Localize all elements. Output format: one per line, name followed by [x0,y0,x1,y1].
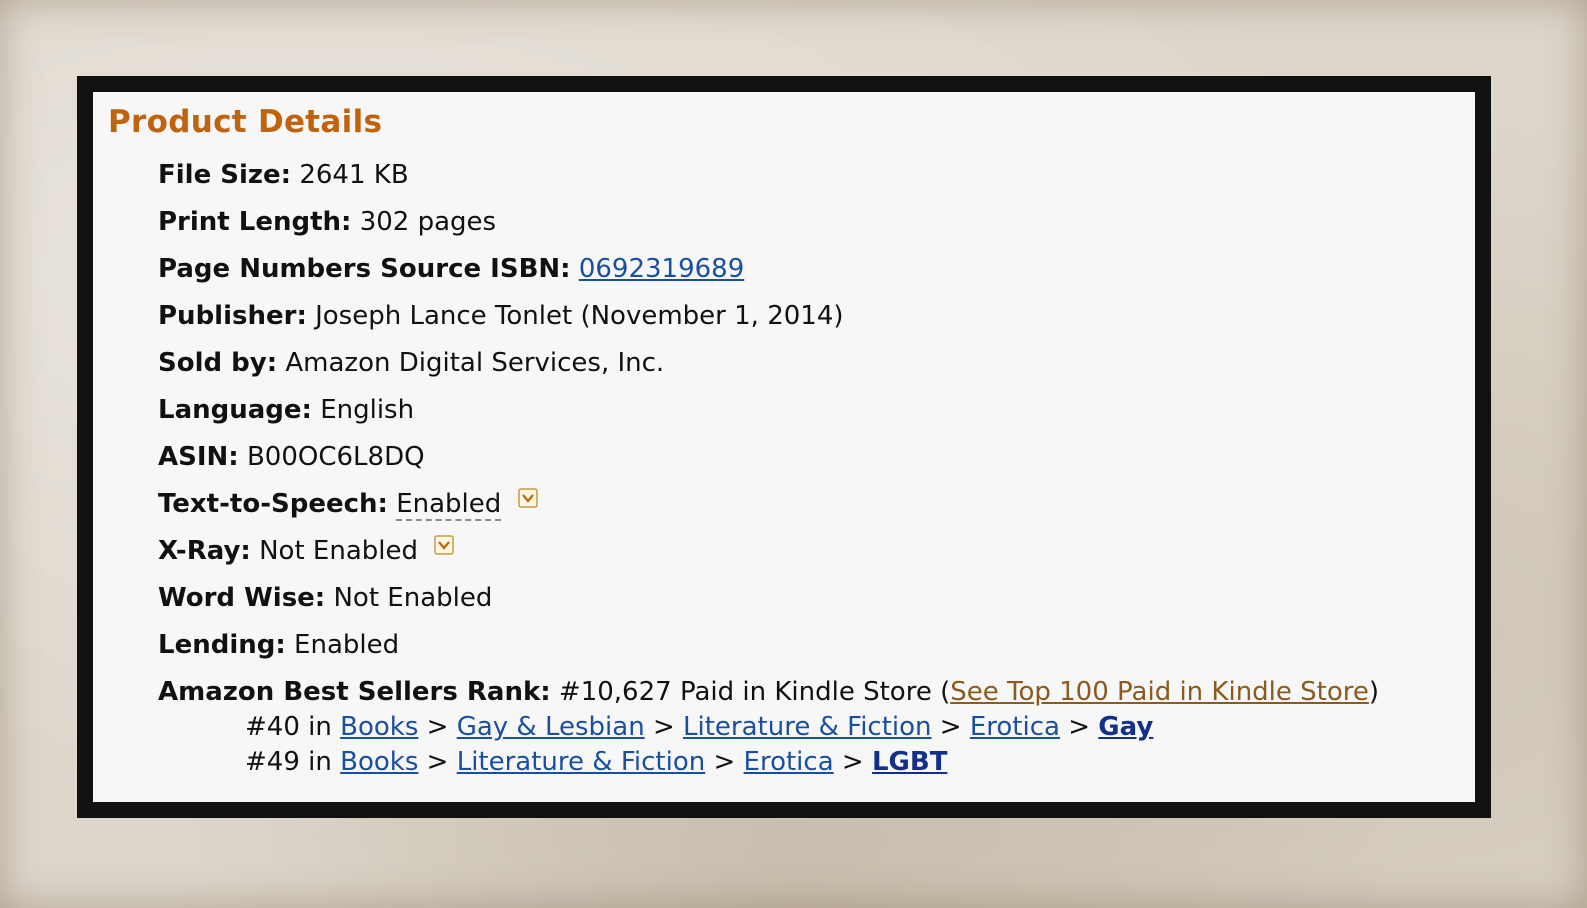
x-ray-value: Not Enabled [259,536,418,566]
rank-category-line: #49 in Books > Literature & Fiction > Er… [158,745,1455,780]
lending-row: Lending: Enabled [158,628,1455,675]
print-length-label: Print Length: [158,207,352,237]
publisher-label: Publisher: [158,301,307,331]
category-link-erotica[interactable]: Erotica [744,747,834,777]
text-to-speech-label: Text-to-Speech: [158,489,388,519]
breadcrumb-separator: > [939,712,962,742]
category-link-erotica[interactable]: Erotica [970,712,1060,742]
print-length-value: 302 pages [359,207,497,237]
breadcrumb-separator: > [713,747,736,777]
isbn-row: Page Numbers Source ISBN: 0692319689 [158,252,1455,299]
category-link-books[interactable]: Books [340,712,418,742]
language-label: Language: [158,395,312,425]
publisher-value: Joseph Lance Tonlet (November 1, 2014) [315,301,844,331]
breadcrumb-separator: > [426,712,449,742]
category-link-lgbt[interactable]: LGBT [872,747,947,777]
breadcrumb-separator: > [652,712,675,742]
black-frame: Product Details File Size: 2641 KB Print… [77,76,1491,818]
category-link-gay[interactable]: Gay [1098,712,1153,742]
rank-open-paren: ( [940,677,951,707]
asin-value: B00OC6L8DQ [246,442,425,472]
language-row: Language: English [158,393,1455,440]
print-length-row: Print Length: 302 pages [158,205,1455,252]
category-link-literature-fiction[interactable]: Literature & Fiction [457,747,706,777]
asin-label: ASIN: [158,442,239,472]
rank-close-paren: ) [1368,677,1380,707]
details-list: File Size: 2641 KB Print Length: 302 pag… [158,158,1455,780]
category-link-literature-fiction[interactable]: Literature & Fiction [683,712,932,742]
breadcrumb-separator: > [841,747,864,777]
file-size-value: 2641 KB [299,160,409,190]
see-top-100-link[interactable]: See Top 100 Paid in Kindle Store [950,677,1369,707]
text-to-speech-row: Text-to-Speech: Enabled [158,487,1455,534]
category-link-books[interactable]: Books [340,747,418,777]
chevron-down-icon[interactable] [434,535,454,555]
word-wise-label: Word Wise: [158,583,326,613]
text-to-speech-value[interactable]: Enabled [396,489,502,521]
rank-label: Amazon Best Sellers Rank: [158,677,551,707]
rank-prefix: #49 in [245,747,332,777]
language-value: English [320,395,415,425]
x-ray-label: X-Ray: [158,536,251,566]
isbn-link[interactable]: 0692319689 [579,254,744,284]
rank-value: #10,627 Paid in Kindle Store [558,677,932,707]
asin-row: ASIN: B00OC6L8DQ [158,440,1455,487]
file-size-row: File Size: 2641 KB [158,158,1455,205]
breadcrumb-separator: > [1068,712,1091,742]
category-link-gay-lesbian[interactable]: Gay & Lesbian [457,712,645,742]
best-sellers-rank-row: Amazon Best Sellers Rank: #10,627 Paid i… [158,675,1455,710]
sold-by-value: Amazon Digital Services, Inc. [285,348,665,378]
page-title: Product Details [108,104,383,140]
word-wise-row: Word Wise: Not Enabled [158,581,1455,628]
lending-value: Enabled [294,630,400,660]
publisher-row: Publisher: Joseph Lance Tonlet (November… [158,299,1455,346]
sold-by-row: Sold by: Amazon Digital Services, Inc. [158,346,1455,393]
isbn-label: Page Numbers Source ISBN: [158,254,571,284]
sold-by-label: Sold by: [158,348,278,378]
breadcrumb-separator: > [426,747,449,777]
rank-prefix: #40 in [245,712,332,742]
product-details-panel: Product Details File Size: 2641 KB Print… [93,92,1475,802]
chevron-down-icon[interactable] [517,488,538,508]
x-ray-row: X-Ray: Not Enabled [158,534,1455,581]
rank-category-line: #40 in Books > Gay & Lesbian > Literatur… [158,710,1455,745]
word-wise-value: Not Enabled [333,583,493,613]
lending-label: Lending: [158,630,286,660]
file-size-label: File Size: [158,160,292,190]
